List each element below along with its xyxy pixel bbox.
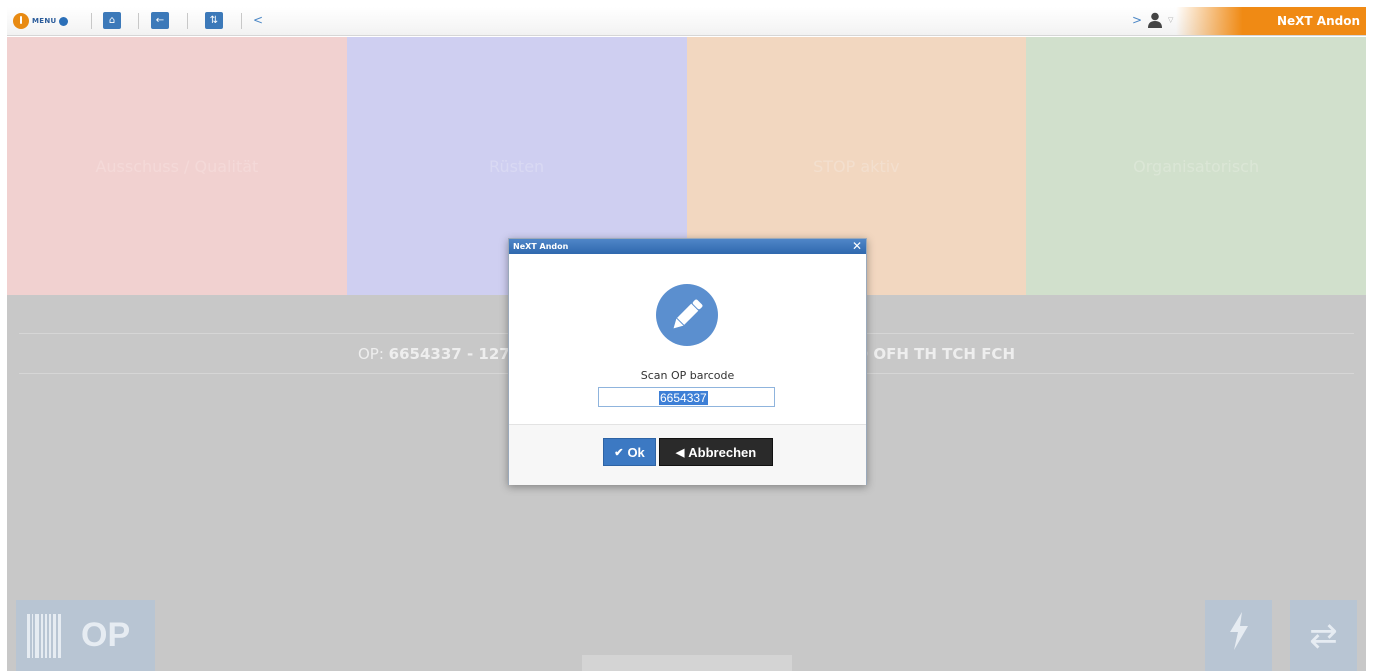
menu-dropdown-icon <box>58 16 68 26</box>
check-icon: ✔ <box>614 446 624 459</box>
op-barcode-input[interactable]: 6654337 <box>598 387 775 407</box>
dialog-body: Scan OP barcode 6654337 <box>509 254 866 424</box>
lightning-icon <box>1228 612 1250 659</box>
op-prefix: OP: <box>357 345 384 363</box>
pencil-icon <box>656 284 718 346</box>
tile-label: Ausschuss / Qualität <box>95 156 259 176</box>
user-dropdown-icon[interactable]: ▽ <box>1168 16 1173 24</box>
tile-label: Rüsten <box>489 156 545 176</box>
refresh-button[interactable]: ⇄ <box>1290 600 1357 671</box>
toolbar-divider <box>91 13 92 29</box>
bottom-handle[interactable] <box>582 655 792 671</box>
swap-button[interactable]: ⇅ <box>205 12 223 29</box>
tile-ausschuss-qualitaet[interactable]: Ausschuss / Qualität <box>7 37 347 295</box>
scan-op-button[interactable]: OP <box>16 600 155 671</box>
scan-op-dialog: NeXT Andon ✕ Scan OP barcode 6654337 ✔ O… <box>508 238 867 485</box>
menu-label: MENU <box>32 17 57 25</box>
op-barcode-value: 6654337 <box>659 391 708 405</box>
user-icon[interactable] <box>1148 12 1162 32</box>
tile-organisatorisch[interactable]: Organisatorisch <box>1026 37 1366 295</box>
op-button-label: OP <box>81 616 131 654</box>
cancel-label: Abbrechen <box>688 444 757 460</box>
lightning-button[interactable] <box>1205 600 1272 671</box>
menu-button[interactable]: MENU <box>13 11 68 31</box>
op-number: 6654337 - 127 <box>388 345 510 363</box>
cancel-button[interactable]: ◀ Abbrechen <box>659 438 773 466</box>
op-details: D OFH TH TCH FCH <box>855 345 1015 363</box>
barcode-icon <box>27 613 61 658</box>
ok-label: Ok <box>627 444 645 460</box>
top-toolbar: MENU ⌂ ← ⇅ < > ▽ NeXT Andon <box>7 7 1366 36</box>
dialog-title: NeXT Andon <box>513 242 569 251</box>
toolbar-divider <box>241 13 242 29</box>
home-button[interactable]: ⌂ <box>103 12 121 29</box>
tile-label: STOP aktiv <box>813 156 900 176</box>
return-arrow-icon: ◀ <box>675 446 685 459</box>
power-icon <box>13 13 29 29</box>
dialog-titlebar: NeXT Andon ✕ <box>509 239 866 254</box>
home-icon: ⌂ <box>108 15 116 26</box>
swap-icon: ⇅ <box>209 15 219 26</box>
arrow-left-icon: ← <box>155 15 165 26</box>
dialog-footer: ✔ Ok ◀ Abbrechen <box>509 424 866 485</box>
scroll-left-arrow[interactable]: < <box>253 13 263 27</box>
dialog-prompt: Scan OP barcode <box>640 369 735 382</box>
ok-button[interactable]: ✔ Ok <box>603 438 656 466</box>
scroll-right-arrow[interactable]: > <box>1132 13 1142 27</box>
brand-title: NeXT Andon <box>1176 7 1366 35</box>
toolbar-divider <box>138 13 139 29</box>
tile-label: Organisatorisch <box>1133 156 1260 176</box>
back-button[interactable]: ← <box>151 12 169 29</box>
refresh-icon: ⇄ <box>1309 615 1338 656</box>
toolbar-divider <box>187 13 188 29</box>
close-icon[interactable]: ✕ <box>852 239 862 254</box>
